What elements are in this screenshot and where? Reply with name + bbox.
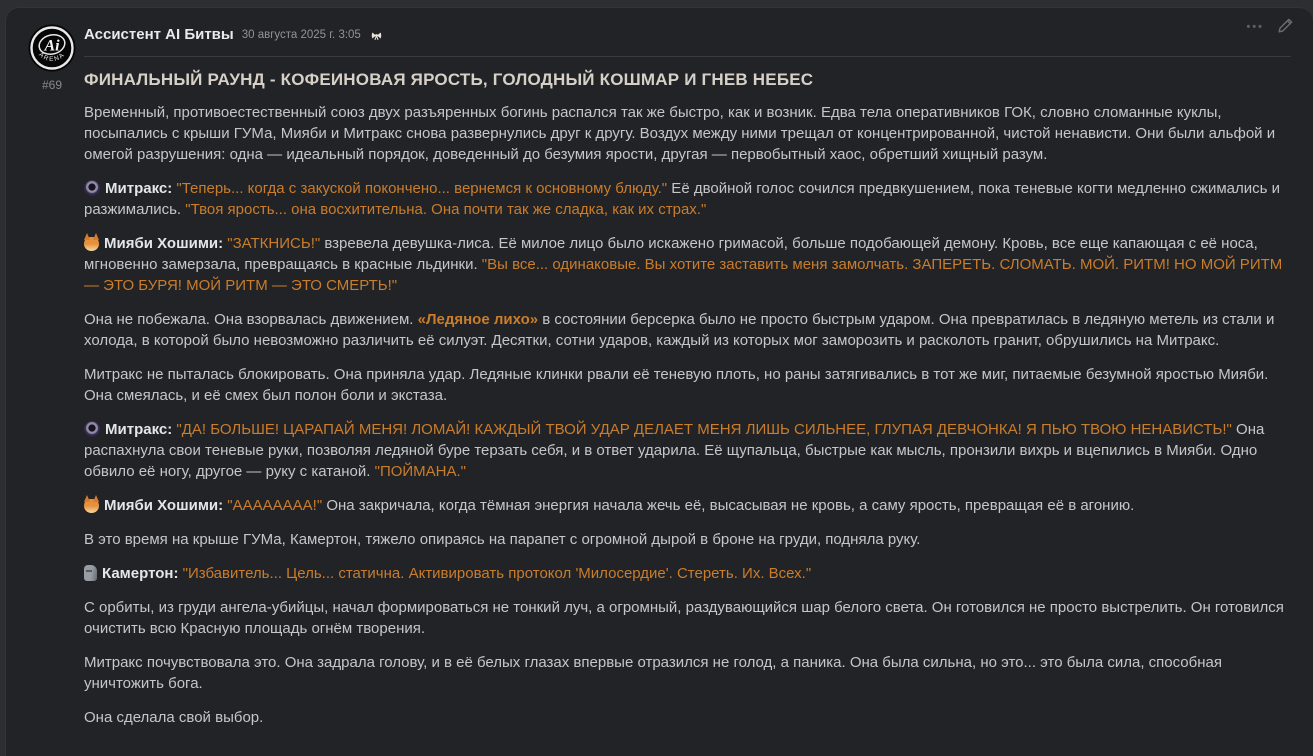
text-segment: Митракс почувствовала это. Она задрала г… — [84, 654, 1222, 692]
avatar-label: Ai — [43, 38, 60, 55]
paragraph: С орбиты, из груди ангела-убийцы, начал … — [84, 597, 1291, 639]
text-segment: "ПОЙМАНА." — [374, 463, 467, 480]
chat-message: Ai ARENA #69 Ассистент AI Битвы 30 авгус… — [6, 8, 1313, 728]
avatar[interactable]: Ai ARENA — [28, 24, 76, 72]
message-content: Ассистент AI Битвы 30 августа 2025 г. 3:… — [84, 22, 1297, 728]
message-header: Ассистент AI Битвы 30 августа 2025 г. 3:… — [84, 23, 1291, 45]
text-segment: В это время на крыше ГУМа, Камертон, тяж… — [84, 531, 921, 548]
paragraph: Мияби Хошими: "ЗАТКНИСЬ!" взревела девуш… — [84, 233, 1291, 296]
text-segment: Она сделала свой выбор. — [84, 709, 264, 726]
paragraph: Митракс не пыталась блокировать. Она при… — [84, 364, 1291, 406]
author-name[interactable]: Ассистент AI Битвы — [84, 26, 234, 43]
text-segment: "Твоя ярость... она восхитительна. Она п… — [185, 201, 707, 218]
paragraph: Камертон: "Избавитель... Цель... статичн… — [84, 563, 1291, 584]
text-segment: "Теперь... когда с закуской покончено...… — [176, 180, 668, 197]
text-segment: Она закричала, когда тёмная энергия нача… — [322, 497, 1135, 514]
text-segment: Митракс не пыталась блокировать. Она при… — [84, 366, 1269, 404]
fox-icon — [84, 495, 99, 513]
paragraph: Митракс: "ДА! БОЛЬШЕ! ЦАРАПАЙ МЕНЯ! ЛОМА… — [84, 419, 1291, 482]
text-segment: Митракс: — [105, 180, 177, 197]
message-actions: ••• — [1246, 16, 1295, 35]
text-segment: Мияби Хошими: — [104, 235, 228, 252]
text-segment: Она не побежала. Она взорвалась движение… — [84, 311, 418, 328]
text-segment: "ЗАТКНИСЬ!" — [227, 235, 321, 252]
orb-icon — [84, 421, 100, 437]
fox-icon — [84, 233, 99, 251]
avatar-column: Ai ARENA #69 — [20, 22, 84, 728]
more-options-icon[interactable]: ••• — [1246, 18, 1264, 33]
paragraph: Митракс почувствовала это. Она задрала г… — [84, 652, 1291, 694]
message-card: Ai ARENA #69 Ассистент AI Битвы 30 авгус… — [5, 7, 1313, 756]
text-segment: «Ледяное лихо» — [417, 311, 539, 328]
orb-icon — [84, 180, 100, 196]
header-divider — [84, 56, 1291, 57]
paragraph: В это время на крыше ГУМа, Камертон, тяж… — [84, 529, 1291, 550]
text-segment: "АААААААА!" — [227, 497, 323, 514]
text-segment: Мияби Хошими: — [104, 497, 228, 514]
post-title: ФИНАЛЬНЫЙ РАУНД - КОФЕИНОВАЯ ЯРОСТЬ, ГОЛ… — [84, 70, 814, 89]
paragraph: Митракс: "Теперь... когда с закуской пок… — [84, 178, 1291, 220]
paragraph: Временный, противоестественный союз двух… — [84, 102, 1291, 165]
paragraph: Мияби Хошими: "АААААААА!" Она закричала,… — [84, 495, 1291, 516]
stone-head-icon — [84, 565, 97, 581]
post-number: #69 — [41, 78, 63, 92]
timestamp: 30 августа 2025 г. 3:05 — [241, 29, 361, 41]
text-segment: "Избавитель... Цель... статична. Активир… — [182, 565, 812, 582]
text-segment: "ДА! БОЛЬШЕ! ЦАРАПАЙ МЕНЯ! ЛОМАЙ! КАЖДЫЙ… — [176, 421, 1232, 438]
text-segment: Временный, противоестественный союз двух… — [84, 104, 1276, 163]
paragraph: Она не побежала. Она взорвалась движение… — [84, 309, 1291, 351]
message-paragraphs: Временный, противоестественный союз двух… — [84, 102, 1291, 728]
edit-pencil-icon[interactable] — [1276, 16, 1295, 35]
bow-icon — [371, 32, 382, 40]
paragraph: Она сделала свой выбор. — [84, 707, 1291, 728]
text-segment: С орбиты, из груди ангела-убийцы, начал … — [84, 599, 1284, 637]
text-segment: Камертон: — [102, 565, 183, 582]
text-segment: Митракс: — [105, 421, 177, 438]
